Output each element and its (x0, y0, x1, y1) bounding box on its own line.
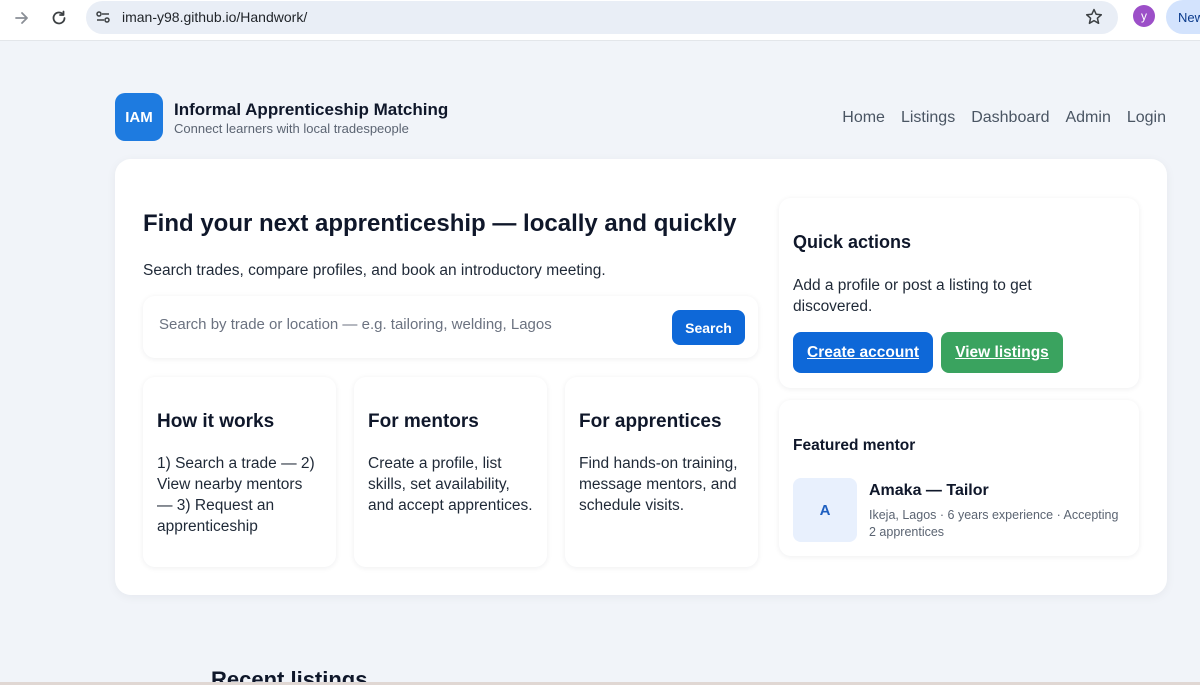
nav-login-link[interactable]: Login (1127, 109, 1166, 127)
search-input[interactable] (159, 316, 659, 333)
mentor-meta: Ikeja, Lagos · 6 years experience · Acce… (869, 508, 1119, 539)
quick-actions-title: Quick actions (793, 232, 912, 252)
profile-avatar[interactable]: y (1133, 5, 1155, 27)
new-chip[interactable]: New (1166, 0, 1200, 34)
site-info-icon[interactable] (95, 9, 111, 25)
mentor-avatar[interactable]: A (793, 478, 857, 542)
info-card-title: For apprentices (579, 411, 722, 432)
site-logo[interactable]: IAM (115, 93, 163, 141)
nav-listings-link[interactable]: Listings (901, 109, 955, 127)
quick-actions-text: Add a profile or post a listing to get d… (793, 277, 1032, 315)
info-card-for-mentors: For mentors Create a profile, list skill… (354, 377, 547, 567)
info-card-title: How it works (157, 411, 275, 432)
brand-subtitle: Connect learners with local tradespeople (174, 121, 409, 136)
quick-actions-card: Quick actions Add a profile or post a li… (779, 198, 1139, 388)
main-nav: Home Listings Dashboard Admin Login (842, 109, 1166, 127)
nav-home-link[interactable]: Home (842, 109, 885, 127)
search-box: Search (143, 296, 758, 358)
nav-dashboard-link[interactable]: Dashboard (971, 109, 1049, 127)
info-card-for-apprentices: For apprentices Find hands-on training, … (565, 377, 758, 567)
search-button[interactable]: Search (672, 310, 745, 345)
view-listings-button[interactable]: View listings (941, 332, 1063, 373)
brand-title: Informal Apprenticeship Matching (174, 100, 449, 119)
mentor-name[interactable]: Amaka — Tailor (869, 482, 989, 500)
star-icon[interactable] (1084, 7, 1104, 27)
nav-admin-link[interactable]: Admin (1065, 109, 1110, 127)
info-card-text: Create a profile, list skills, set avail… (368, 455, 533, 514)
info-card-how-it-works: How it works 1) Search a trade — 2) View… (143, 377, 336, 567)
featured-mentor-card: Featured mentor A Amaka — Tailor Ikeja, … (779, 400, 1139, 556)
hero-subtitle: Search trades, compare profiles, and boo… (143, 262, 606, 279)
reload-icon[interactable] (47, 6, 71, 30)
browser-toolbar: iman-y98.github.io/Handwork/ y New (0, 0, 1200, 41)
featured-mentor-title: Featured mentor (793, 437, 916, 454)
address-bar[interactable]: iman-y98.github.io/Handwork/ (86, 1, 1118, 34)
forward-arrow-icon[interactable] (10, 6, 34, 30)
info-card-text: 1) Search a trade — 2) View nearby mento… (157, 455, 315, 535)
create-account-button[interactable]: Create account (793, 332, 933, 373)
info-card-title: For mentors (368, 411, 479, 432)
info-card-text: Find hands-on training, message mentors,… (579, 455, 738, 514)
url-text: iman-y98.github.io/Handwork/ (122, 9, 308, 25)
hero-title: Find your next apprenticeship — locally … (143, 210, 737, 237)
